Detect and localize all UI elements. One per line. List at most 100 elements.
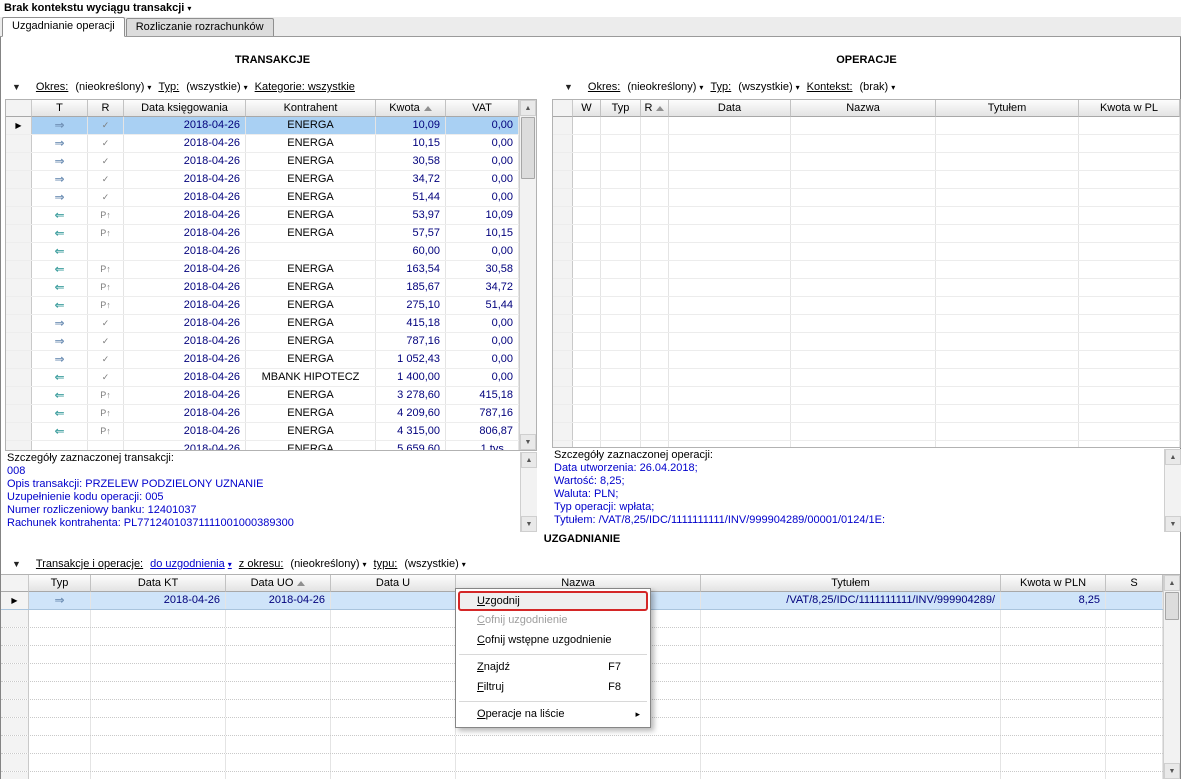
menu-item-uzgodnij[interactable]: Uzgodnij xyxy=(458,591,648,611)
contractor-cell: ENERGA xyxy=(246,351,376,368)
scrollbar-thumb[interactable] xyxy=(521,117,535,179)
operation-details-scrollbar[interactable]: ▲ ▼ xyxy=(1164,449,1181,532)
transaction-row[interactable]: ⇐ P↑ 2018-04-26 ENERGA 53,97 10,09 xyxy=(6,207,519,225)
transaction-details-scrollbar[interactable]: ▲ ▼ xyxy=(520,452,537,532)
column-header-3[interactable]: Kontrahent xyxy=(246,100,376,117)
transaction-details-label: Szczegóły zaznaczonej transakcji: xyxy=(7,452,174,464)
column-header-2[interactable]: R xyxy=(641,100,669,117)
reconciliation-filter-row: ▼ Transakcje i operacje: do uzgodnienia ▾ z … xyxy=(12,556,466,572)
transaction-row[interactable]: ⇐ 2018-04-26 60,00 0,00 xyxy=(6,243,519,261)
column-header-6[interactable]: Kwota w PL xyxy=(1079,100,1180,117)
transactions-table: T R Data księgowania Kontrahent Kwota VAT ▶ ⇒ ✓… xyxy=(5,99,537,451)
transaction-row[interactable]: ⇐ P↑ 2018-04-26 ENERGA 185,67 34,72 xyxy=(6,279,519,297)
operation-row-empty xyxy=(553,333,1180,351)
filter-segment[interactable]: (nieokreślony) ▾ xyxy=(627,81,703,93)
menu-item-znajdz[interactable]: Znajdź F7 xyxy=(458,658,648,678)
filter-icon[interactable]: ▼ xyxy=(564,82,573,92)
direction-cell: ⇐ xyxy=(32,423,88,440)
column-header-5[interactable]: Tytułem xyxy=(936,100,1079,117)
tab-rozliczanie-rozrachunkow[interactable]: Rozliczanie rozrachunków xyxy=(125,18,274,36)
transaction-row[interactable]: ⇒ ✓ 2018-04-26 ENERGA 415,18 0,00 xyxy=(6,315,519,333)
status-cell: P↑ xyxy=(88,279,124,296)
menu-item-filtruj[interactable]: Filtruj F8 xyxy=(458,678,648,698)
menu-item-cofnij-wstepne-uzgodnienie[interactable]: Cofnij wstępne uzgodnienie xyxy=(458,631,648,651)
transaction-row[interactable]: 2018-04-26 ENERGA 5 659,60 1 tys... xyxy=(6,441,519,450)
filter-segment[interactable]: typu: xyxy=(374,558,398,570)
column-header-6[interactable]: Kwota w PLN xyxy=(1001,575,1106,592)
filter-segment[interactable]: Okres: xyxy=(588,81,620,93)
transaction-row[interactable]: ⇒ ✓ 2018-04-26 ENERGA 787,16 0,00 xyxy=(6,333,519,351)
column-header-7[interactable]: S xyxy=(1106,575,1163,592)
filter-segment[interactable]: (nieokreślony) ▾ xyxy=(290,558,366,570)
filter-segment[interactable]: Typ: xyxy=(710,81,731,93)
column-header-1[interactable]: R xyxy=(88,100,124,117)
column-header-3[interactable]: Data xyxy=(669,100,791,117)
scroll-up-icon[interactable]: ▲ xyxy=(1164,575,1180,591)
menu-item-operacje-na-liscie[interactable]: Operacje na liście ▸ xyxy=(458,705,648,725)
reconciliation-scrollbar[interactable]: ▲ ▼ xyxy=(1163,575,1180,779)
scroll-down-icon[interactable]: ▼ xyxy=(521,516,537,532)
filter-segment[interactable]: (wszystkie) ▾ xyxy=(186,81,247,93)
filter-segment[interactable]: Okres: xyxy=(36,81,68,93)
column-header-1[interactable]: Data KT xyxy=(91,575,226,592)
transaction-row[interactable]: ⇒ ✓ 2018-04-26 ENERGA 30,58 0,00 xyxy=(6,153,519,171)
filter-segment[interactable]: Kategorie: wszystkie xyxy=(255,81,355,93)
transaction-row[interactable]: ⇒ ✓ 2018-04-26 ENERGA 34,72 0,00 xyxy=(6,171,519,189)
column-header-0[interactable]: W xyxy=(573,100,601,117)
filter-segment[interactable]: (wszystkie) ▾ xyxy=(738,81,799,93)
transaction-row[interactable]: ⇒ ✓ 2018-04-26 ENERGA 10,15 0,00 xyxy=(6,135,519,153)
menu-item-label: Filtruj xyxy=(477,681,504,693)
scrollbar-thumb[interactable] xyxy=(1165,592,1179,620)
statement-context-bar[interactable]: Brak kontekstu wyciągu transakcji ▾ xyxy=(0,0,1181,17)
filter-segment[interactable]: Kontekst: xyxy=(807,81,853,93)
column-header-2[interactable]: Data UO xyxy=(226,575,331,592)
column-header-0[interactable]: Typ xyxy=(29,575,91,592)
filter-segment[interactable]: Transakcje i operacje: xyxy=(36,558,143,570)
filter-segment[interactable]: (wszystkie) ▾ xyxy=(404,558,465,570)
column-header-0[interactable]: T xyxy=(32,100,88,117)
filter-icon[interactable]: ▼ xyxy=(12,559,21,569)
transaction-row[interactable]: ▶ ⇒ ✓ 2018-04-26 ENERGA 10,09 0,00 xyxy=(6,117,519,135)
filter-segment[interactable]: do uzgodnienia ▾ xyxy=(150,558,232,570)
scroll-down-icon[interactable]: ▼ xyxy=(1165,516,1181,532)
transactions-scrollbar[interactable]: ▲ ▼ xyxy=(519,100,536,450)
scroll-up-icon[interactable]: ▲ xyxy=(520,100,536,116)
contractor-cell: MBANK HIPOTECZ xyxy=(246,369,376,386)
filter-icon[interactable]: ▼ xyxy=(12,82,21,92)
operation-row-empty xyxy=(553,135,1180,153)
column-header-1[interactable]: Typ xyxy=(601,100,641,117)
status-cell: ✓ xyxy=(88,315,124,332)
tab-uzgadnianie-operacji[interactable]: Uzgadnianie operacji xyxy=(2,17,125,37)
column-header-4[interactable]: Nazwa xyxy=(791,100,936,117)
transaction-row[interactable]: ⇐ P↑ 2018-04-26 ENERGA 275,10 51,44 xyxy=(6,297,519,315)
current-row-marker xyxy=(6,423,32,440)
contractor-cell: ENERGA xyxy=(246,441,376,450)
column-header-4[interactable]: Kwota xyxy=(376,100,446,117)
column-header-3[interactable]: Data U xyxy=(331,575,456,592)
transaction-row[interactable]: ⇐ P↑ 2018-04-26 ENERGA 3 278,60 415,18 xyxy=(6,387,519,405)
filter-segment[interactable]: Typ: xyxy=(158,81,179,93)
column-header-5[interactable]: Tytułem xyxy=(701,575,1001,592)
transaction-row[interactable]: ⇐ P↑ 2018-04-26 ENERGA 163,54 30,58 xyxy=(6,261,519,279)
operation-row-empty xyxy=(553,207,1180,225)
booking-date-cell: 2018-04-26 xyxy=(124,189,246,206)
filter-segment[interactable]: (nieokreślony) ▾ xyxy=(75,81,151,93)
detail-line: Uzupełnienie kodu operacji: 005 xyxy=(7,491,164,503)
column-header-2[interactable]: Data księgowania xyxy=(124,100,246,117)
transaction-row[interactable]: ⇐ ✓ 2018-04-26 MBANK HIPOTECZ 1 400,00 0,00 xyxy=(6,369,519,387)
transaction-row[interactable]: ⇐ P↑ 2018-04-26 ENERGA 4 315,00 806,87 xyxy=(6,423,519,441)
transaction-row[interactable]: ⇒ ✓ 2018-04-26 ENERGA 51,44 0,00 xyxy=(6,189,519,207)
transaction-row[interactable]: ⇐ P↑ 2018-04-26 ENERGA 57,57 10,15 xyxy=(6,225,519,243)
amount-cell: 163,54 xyxy=(376,261,446,278)
column-header-5[interactable]: VAT xyxy=(446,100,519,117)
transaction-row[interactable]: ⇒ ✓ 2018-04-26 ENERGA 1 052,43 0,00 xyxy=(6,351,519,369)
current-row-marker xyxy=(6,207,32,224)
filter-segment[interactable]: z okresu: xyxy=(239,558,284,570)
filter-segment[interactable]: (brak) ▾ xyxy=(860,81,896,93)
dropdown-icon: ▾ xyxy=(699,83,704,92)
scroll-up-icon[interactable]: ▲ xyxy=(1165,449,1181,465)
scroll-up-icon[interactable]: ▲ xyxy=(521,452,537,468)
transaction-row[interactable]: ⇐ P↑ 2018-04-26 ENERGA 4 209,60 787,16 xyxy=(6,405,519,423)
scroll-down-icon[interactable]: ▼ xyxy=(520,434,536,450)
scroll-down-icon[interactable]: ▼ xyxy=(1164,763,1180,779)
